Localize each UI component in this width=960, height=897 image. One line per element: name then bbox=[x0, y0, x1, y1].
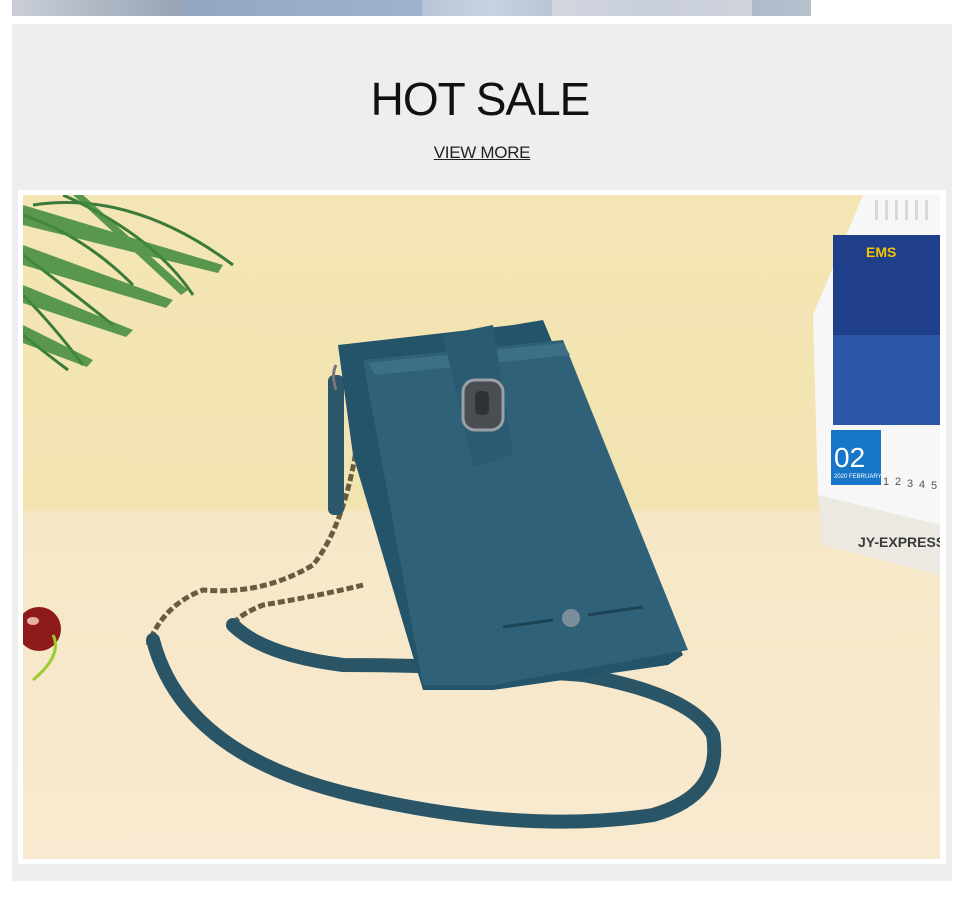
product-image[interactable]: EMS 02 2020 FEBRUARY 1 2 3 4 5 JY-EXPRES… bbox=[23, 195, 940, 859]
calendar-brand-top: EMS bbox=[866, 244, 896, 260]
svg-text:2: 2 bbox=[895, 476, 901, 488]
calendar-day: 02 bbox=[834, 442, 865, 473]
previous-banner-fragment bbox=[12, 0, 811, 16]
section-title: HOT SALE bbox=[370, 73, 591, 125]
zipper-pull bbox=[328, 364, 344, 515]
product-illustration: EMS 02 2020 FEBRUARY 1 2 3 4 5 JY-EXPRES… bbox=[23, 195, 940, 829]
palm-leaf-fronds bbox=[23, 195, 223, 367]
svg-text:5: 5 bbox=[931, 480, 937, 492]
svg-text:3: 3 bbox=[907, 478, 913, 490]
svg-text:1: 1 bbox=[883, 476, 889, 488]
svg-text:4: 4 bbox=[919, 479, 925, 491]
cherry bbox=[23, 607, 61, 682]
banner-fragment-right bbox=[552, 0, 752, 16]
banner-fragment-left bbox=[182, 0, 422, 16]
view-more-link[interactable]: VIEW MORE bbox=[0, 143, 960, 163]
phone-bag bbox=[338, 320, 688, 690]
calendar-month: 2020 FEBRUARY bbox=[834, 474, 882, 480]
calendar-brand-bottom: JY-EXPRESS bbox=[858, 534, 940, 550]
